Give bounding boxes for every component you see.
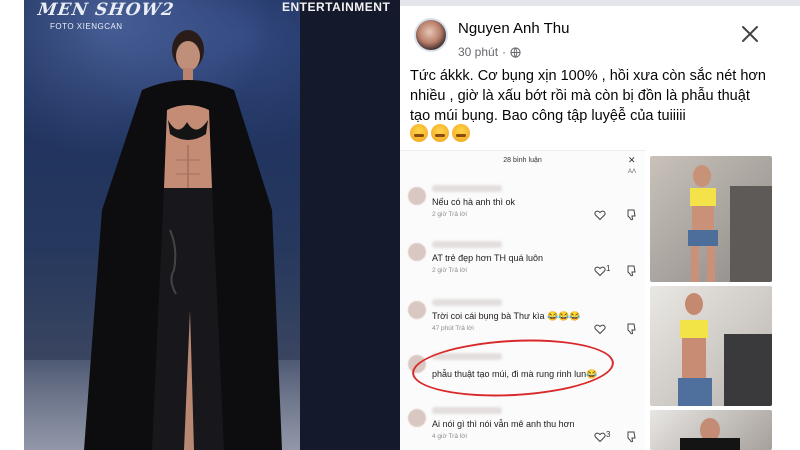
commenter-avatar bbox=[408, 187, 426, 205]
heart-icon bbox=[594, 210, 606, 221]
commenter-avatar bbox=[408, 409, 426, 427]
post-text: Tức ákkk. Cơ bụng xịn 100% , hồi xưa còn… bbox=[410, 68, 766, 124]
poster-name[interactable]: Nguyen Anh Thu bbox=[458, 20, 569, 37]
like-count: 1 bbox=[606, 264, 611, 273]
commenter-name-blurred bbox=[432, 241, 502, 248]
close-icon: ✕ bbox=[628, 155, 636, 165]
angry-face-icon bbox=[452, 124, 470, 142]
globe-icon bbox=[510, 46, 521, 58]
dislike-icon bbox=[627, 209, 636, 221]
runway-photo: MEN SHOW2 FOTO XIENGCAN bbox=[24, 0, 300, 450]
comment-text: Nếu có hà anh thì ok bbox=[432, 197, 516, 207]
heart-icon bbox=[594, 324, 606, 335]
like-count: 3 bbox=[606, 430, 611, 439]
post-time-text: 30 phút bbox=[458, 45, 499, 59]
top-divider bbox=[400, 0, 800, 6]
runway-model bbox=[72, 10, 292, 450]
commenter-name-blurred bbox=[432, 185, 502, 192]
comment-meta: 47 phút Trả lời bbox=[432, 325, 474, 332]
comments-count-header: 28 bình luận bbox=[503, 157, 542, 164]
model-illustration bbox=[84, 30, 282, 450]
comments-screenshot: 28 bình luận ✕ AΛ Nếu có hà anh thì ok 2… bbox=[400, 150, 645, 450]
entertainment-text: ENTERTAINMENT bbox=[282, 0, 391, 14]
photo-figure bbox=[688, 165, 772, 282]
comment-text: AT trẻ đẹp hơn TH quá luôn bbox=[432, 253, 543, 263]
comment-meta: 4 giờ Trả lời bbox=[432, 433, 467, 440]
banner-strip bbox=[300, 0, 400, 450]
dislike-icon bbox=[627, 265, 636, 277]
close-icon[interactable] bbox=[738, 22, 762, 46]
attached-photo-3[interactable] bbox=[650, 410, 772, 450]
comment-item: Nếu có hà anh thì ok 2 giờ Trả lời bbox=[400, 181, 645, 237]
commenter-avatar bbox=[408, 301, 426, 319]
comment-item: Ai nói gì thì nói vẫn mê anh thu hơn 4 g… bbox=[400, 403, 645, 450]
text-size-label: AΛ bbox=[628, 169, 637, 175]
photo-figure bbox=[680, 418, 740, 450]
emoji-row bbox=[410, 124, 470, 142]
dislike-icon bbox=[627, 323, 636, 335]
photo-figure bbox=[678, 293, 772, 406]
heart-icon bbox=[594, 266, 606, 277]
heart-icon bbox=[594, 432, 606, 443]
attached-photo-1[interactable] bbox=[650, 156, 772, 282]
angry-face-icon bbox=[431, 124, 449, 142]
dislike-icon bbox=[627, 431, 636, 443]
poster-avatar[interactable] bbox=[414, 18, 448, 52]
comment-text: Trời coi cái bụng bà Thư kìa 😂😂😂 bbox=[432, 311, 581, 321]
dot-separator: · bbox=[502, 45, 507, 59]
comment-meta: 2 giờ Trả lời bbox=[432, 211, 467, 218]
comment-item: AT trẻ đẹp hơn TH quá luôn 2 giờ Trả lời… bbox=[400, 237, 645, 293]
post-timestamp: 30 phút · bbox=[458, 45, 521, 59]
commenter-name-blurred bbox=[432, 407, 502, 414]
angry-face-icon bbox=[410, 124, 428, 142]
comment-text: Ai nói gì thì nói vẫn mê anh thu hơn bbox=[432, 419, 575, 429]
comment-meta: 2 giờ Trả lời bbox=[432, 267, 467, 274]
commenter-avatar bbox=[408, 243, 426, 261]
commenter-name-blurred bbox=[432, 299, 502, 306]
attached-photo-2[interactable] bbox=[650, 286, 772, 406]
